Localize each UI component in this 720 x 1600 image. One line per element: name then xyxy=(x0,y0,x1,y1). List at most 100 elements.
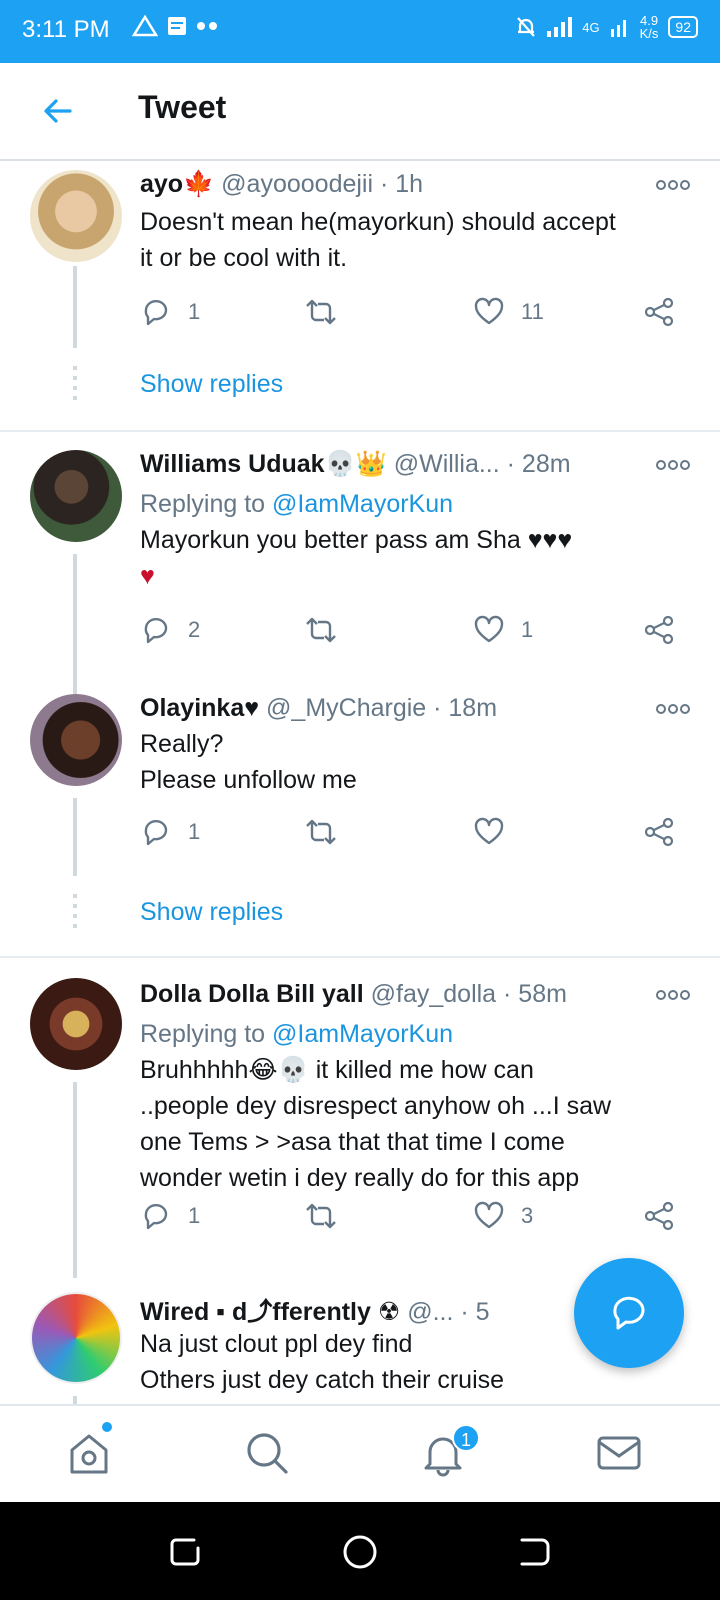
page-title: Tweet xyxy=(138,89,227,125)
share-icon xyxy=(644,615,674,645)
signal-icon xyxy=(547,17,573,37)
tweet-actions: 1 xyxy=(140,812,690,852)
mention-link[interactable]: @IamMayorKun xyxy=(272,490,453,518)
tweet-text-line: Bruhhhhh😂💀 it killed me how can xyxy=(140,1056,534,1084)
tweet-text: Doesn't mean he(mayorkun) should accept … xyxy=(140,204,685,276)
more-options-icon[interactable] xyxy=(656,178,690,192)
author-name[interactable]: Olayinka♥ xyxy=(140,694,259,722)
reply-count: 1 xyxy=(188,299,201,324)
retweet-icon xyxy=(306,617,336,643)
share-button[interactable] xyxy=(643,610,675,650)
thread-dots xyxy=(73,366,77,402)
home-circle-icon[interactable] xyxy=(340,1532,380,1572)
avatar[interactable] xyxy=(30,170,122,262)
tweet-header: Williams Uduak💀👑 @Willia... · 28m xyxy=(140,450,571,479)
tweet-text: Bruhhhhh😂💀 it killed me how can ..people… xyxy=(140,1052,685,1196)
battery-indicator: 92 xyxy=(668,16,698,38)
tweet-text-line: Really? xyxy=(140,730,224,758)
reply-button[interactable]: 1 xyxy=(140,1196,200,1236)
thread-line xyxy=(73,554,77,694)
system-navigation-bar xyxy=(0,1502,720,1600)
like-button[interactable]: 11 xyxy=(473,292,544,332)
messages-icon[interactable] xyxy=(594,1428,644,1478)
author-name[interactable]: Dolla Dolla Bill yall xyxy=(140,980,364,1008)
replying-to: Replying to @IamMayorKun xyxy=(140,1020,453,1049)
compose-reply-button[interactable] xyxy=(574,1258,684,1368)
reply-button[interactable]: 1 xyxy=(140,292,200,332)
retweet-button[interactable] xyxy=(303,1196,339,1236)
tweet-text-line: Mayorkun you better pass am Sha ♥♥♥ xyxy=(140,526,573,554)
retweet-icon xyxy=(306,819,336,845)
tweet-actions: 2 1 xyxy=(140,610,690,650)
more-options-icon[interactable] xyxy=(656,458,690,472)
arrow-left-icon[interactable] xyxy=(40,93,76,129)
author-handle: @Willia... · 28m xyxy=(393,450,571,478)
reply-button[interactable]: 2 xyxy=(140,610,200,650)
author-name[interactable]: Williams Uduak💀👑 xyxy=(140,450,387,478)
reply-icon xyxy=(144,617,168,644)
heart-icon xyxy=(474,1201,504,1229)
share-button[interactable] xyxy=(643,1196,675,1236)
like-button[interactable]: 3 xyxy=(473,1196,533,1236)
show-replies-link[interactable]: Show replies xyxy=(140,898,283,927)
mention-link[interactable]: @IamMayorKun xyxy=(272,1020,453,1048)
reply-bubble-icon xyxy=(613,1296,645,1330)
page-header: Tweet xyxy=(0,63,720,161)
author-name[interactable]: ayo🍁 xyxy=(140,170,214,198)
recent-apps-icon[interactable] xyxy=(166,1532,206,1572)
thread-line xyxy=(73,266,77,348)
tweet-header: Olayinka♥ @_MyChargie · 18m xyxy=(140,694,497,723)
author-name[interactable]: Wired ▪ d⤴fferently ☢ xyxy=(140,1298,400,1326)
author-handle: @_MyChargie · 18m xyxy=(266,694,498,722)
like-count: 1 xyxy=(521,617,534,642)
more-options-icon[interactable] xyxy=(656,702,690,716)
thread-line xyxy=(73,1396,77,1404)
like-button[interactable]: 1 xyxy=(473,610,533,650)
reply-tweet[interactable]: ayo🍁 @ayoooodejii · 1h Doesn't mean he(m… xyxy=(0,160,720,424)
reply-icon xyxy=(144,299,168,326)
tweet-text: Mayorkun you better pass am Sha ♥♥♥ ♥ xyxy=(140,522,685,594)
home-icon[interactable] xyxy=(64,1428,114,1478)
share-button[interactable] xyxy=(643,812,675,852)
replying-to: Replying to @IamMayorKun xyxy=(140,490,453,519)
show-replies-link[interactable]: Show replies xyxy=(140,370,283,399)
tweet-text: Really? Please unfollow me xyxy=(140,726,685,798)
reply-tweet[interactable]: Williams Uduak💀👑 @Willia... · 28m Replyi… xyxy=(0,432,720,694)
avatar[interactable] xyxy=(30,694,122,786)
retweet-button[interactable] xyxy=(303,812,339,852)
tweet-actions: 1 11 xyxy=(140,292,690,332)
avatar[interactable] xyxy=(30,1292,122,1384)
more-options-icon[interactable] xyxy=(656,988,690,1002)
like-button[interactable] xyxy=(473,812,505,852)
notification-badge: 1 xyxy=(452,1424,480,1452)
status-bar: 3:11 PM 4G 4.9 K/s 92 xyxy=(0,0,720,63)
heart-icon xyxy=(474,615,504,643)
tweet-text-line: wonder wetin i dey really do for this ap… xyxy=(140,1164,580,1192)
back-nav-icon[interactable] xyxy=(514,1532,554,1572)
more-notifications-icon xyxy=(197,22,217,30)
search-icon[interactable] xyxy=(242,1428,292,1478)
tweet-actions: 1 3 xyxy=(140,1196,690,1236)
tweet-text-line: Please unfollow me xyxy=(140,766,357,794)
tweet-text-line: Others just dey catch their cruise xyxy=(140,1366,505,1394)
share-button[interactable] xyxy=(643,292,675,332)
replying-label: Replying to xyxy=(140,1020,266,1048)
reply-count: 1 xyxy=(188,819,201,844)
retweet-button[interactable] xyxy=(303,610,339,650)
message-notification-icon xyxy=(168,17,186,35)
tweet-header: Dolla Dolla Bill yall @fay_dolla · 58m xyxy=(140,980,567,1009)
tweet-header: Wired ▪ d⤴fferently ☢ @... · 5 xyxy=(140,1292,490,1328)
thread-line xyxy=(73,1082,77,1278)
reply-icon xyxy=(144,819,168,846)
signal-2-icon xyxy=(610,20,626,37)
reply-button[interactable]: 1 xyxy=(140,812,200,852)
avatar[interactable] xyxy=(30,978,122,1070)
avatar[interactable] xyxy=(30,450,122,542)
status-right-icons: 4G 4.9 K/s 92 xyxy=(516,14,698,40)
reply-tweet[interactable]: Dolla Dolla Bill yall @fay_dolla · 58m R… xyxy=(0,958,720,1278)
author-handle: @fay_dolla · 58m xyxy=(370,980,567,1008)
retweet-button[interactable] xyxy=(303,292,339,332)
reply-tweet[interactable]: Olayinka♥ @_MyChargie · 18m Really? Plea… xyxy=(0,694,720,946)
replying-label: Replying to xyxy=(140,490,266,518)
retweet-icon xyxy=(306,299,336,325)
